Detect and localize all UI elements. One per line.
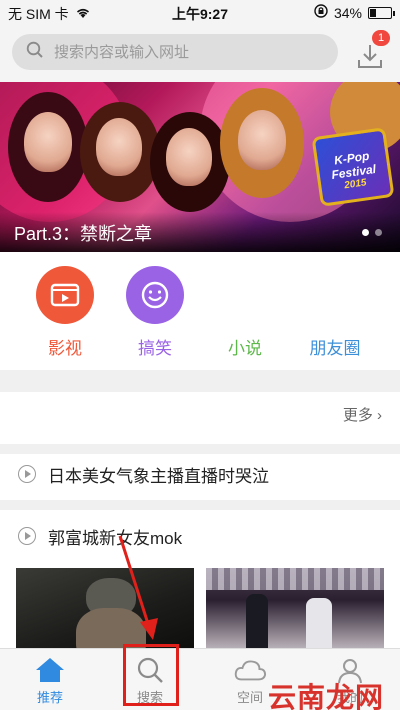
tab-recommend[interactable]: 推荐 [0, 649, 100, 710]
battery-icon [368, 6, 395, 19]
carousel-dot[interactable] [362, 229, 369, 236]
category-label: 朋友圈 [309, 339, 361, 358]
rotation-lock-icon [314, 4, 328, 21]
section-divider [0, 370, 400, 392]
banner-caption: Part.3：禁断之章 [14, 224, 153, 244]
tab-label: 推荐 [36, 690, 63, 705]
banner-figure [166, 128, 212, 186]
category-funny[interactable]: 搞笑 [115, 266, 195, 359]
category-video[interactable]: 影视 [25, 266, 105, 359]
status-bar: 无 SIM 卡 上午9:27 34% [0, 0, 400, 26]
search-bar[interactable] [12, 34, 338, 70]
category-label: 搞笑 [138, 339, 172, 358]
section-divider [0, 500, 400, 510]
section-header: 更多 › [0, 392, 400, 436]
banner-figure [96, 118, 142, 176]
thumbnail-figure [76, 608, 146, 648]
news-title: 日本美女气象主播直播时哭泣 [48, 466, 269, 486]
thumbnail-figure [306, 598, 332, 648]
thumbnail-figure [246, 594, 268, 648]
carousel-dots [362, 229, 382, 236]
carousel-dot[interactable] [375, 229, 382, 236]
home-icon [33, 655, 67, 685]
more-link[interactable]: 更多 › [343, 404, 382, 425]
battery-percent: 34% [333, 4, 362, 21]
video-thumbnail[interactable] [16, 568, 194, 648]
news-title: 郭富城新女友mok [48, 528, 183, 548]
video-thumbnail[interactable] [206, 568, 384, 648]
category-label: 小说 [228, 339, 262, 358]
smile-icon [126, 266, 184, 324]
news-item[interactable]: 郭富城新女友mok [0, 516, 400, 556]
play-icon [18, 527, 36, 545]
search-header: 1 [0, 26, 400, 82]
category-row: 影视 搞笑 小说 朋友圈 [0, 252, 400, 370]
kpop-festival-badge: K-Pop Festival 2015 [311, 127, 395, 207]
cloud-icon [233, 655, 267, 685]
status-right: 34% [314, 4, 395, 21]
banner-figure [24, 112, 72, 172]
download-badge: 1 [372, 30, 390, 46]
play-icon [18, 465, 36, 483]
search-input[interactable] [54, 43, 314, 61]
category-label: 影视 [48, 339, 82, 358]
category-friends[interactable]: 朋友圈 [295, 266, 375, 359]
video-icon [36, 266, 94, 324]
highlight-box [123, 644, 179, 706]
category-novel[interactable]: 小说 [205, 266, 285, 359]
download-button[interactable]: 1 [350, 30, 390, 75]
battery-level [370, 8, 377, 17]
section-divider [0, 444, 400, 454]
watermark-text: 云南龙网 [268, 682, 385, 710]
banner-carousel[interactable]: K-Pop Festival 2015 Part.3：禁断之章 [0, 82, 400, 252]
news-item[interactable]: 日本美女气象主播直播时哭泣 [0, 454, 400, 494]
thumbnail-lights [206, 568, 384, 590]
banner-figure [238, 110, 286, 170]
download-icon [356, 42, 384, 75]
search-icon [26, 41, 44, 64]
